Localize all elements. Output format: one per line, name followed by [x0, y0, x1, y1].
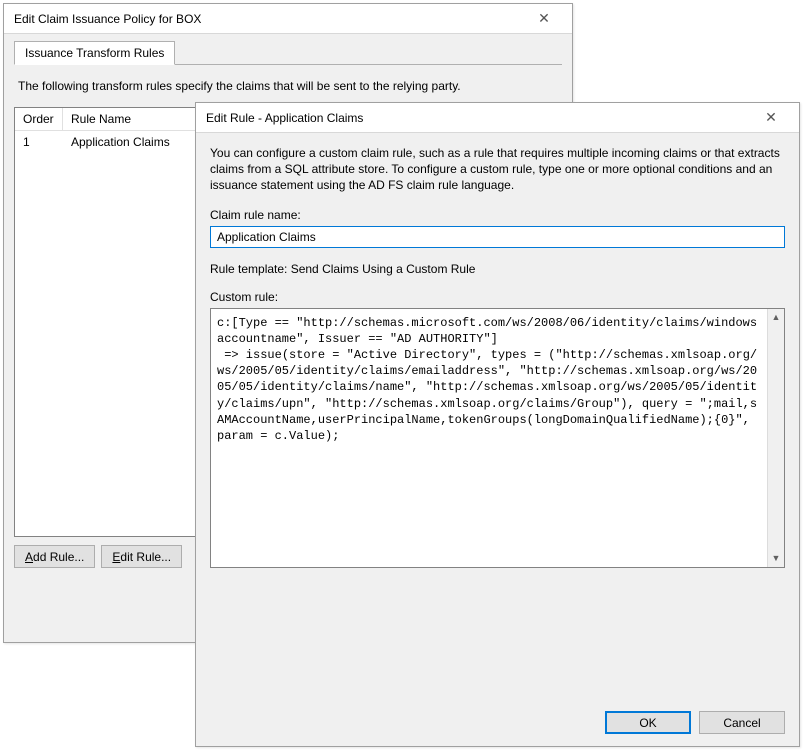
- close-icon[interactable]: ✕: [524, 5, 564, 33]
- custom-rule-textarea[interactable]: [211, 309, 766, 567]
- claim-rule-name-input[interactable]: [210, 226, 785, 248]
- tab-strip: Issuance Transform Rules: [14, 40, 562, 65]
- edit-rule-dialog: Edit Rule - Application Claims ✕ You can…: [195, 102, 800, 747]
- cancel-button[interactable]: Cancel: [699, 711, 785, 734]
- tab-issuance-transform-rules[interactable]: Issuance Transform Rules: [14, 41, 175, 65]
- dialog-title: Edit Rule - Application Claims: [206, 111, 751, 125]
- edit-rule-button[interactable]: Edit Rule...: [101, 545, 182, 568]
- dialog-title: Edit Claim Issuance Policy for BOX: [14, 12, 524, 26]
- claim-rule-name-label: Claim rule name:: [210, 208, 785, 222]
- ok-button[interactable]: OK: [605, 711, 691, 734]
- titlebar[interactable]: Edit Claim Issuance Policy for BOX ✕: [4, 4, 572, 34]
- scrollbar-vertical[interactable]: ▲ ▼: [767, 309, 784, 567]
- rule-template-text: Rule template: Send Claims Using a Custo…: [210, 262, 785, 276]
- rules-description: The following transform rules specify th…: [18, 79, 558, 93]
- titlebar[interactable]: Edit Rule - Application Claims ✕: [196, 103, 799, 133]
- cell-order: 1: [15, 131, 63, 153]
- scroll-up-icon[interactable]: ▲: [768, 309, 784, 326]
- column-order[interactable]: Order: [15, 108, 63, 130]
- custom-rule-label: Custom rule:: [210, 290, 785, 304]
- custom-rule-container: ▲ ▼: [210, 308, 785, 568]
- scroll-down-icon[interactable]: ▼: [768, 550, 784, 567]
- add-rule-button[interactable]: Add Rule...: [14, 545, 95, 568]
- instructions-text: You can configure a custom claim rule, s…: [210, 145, 785, 194]
- dialog-footer: OK Cancel: [605, 711, 785, 734]
- close-icon[interactable]: ✕: [751, 104, 791, 132]
